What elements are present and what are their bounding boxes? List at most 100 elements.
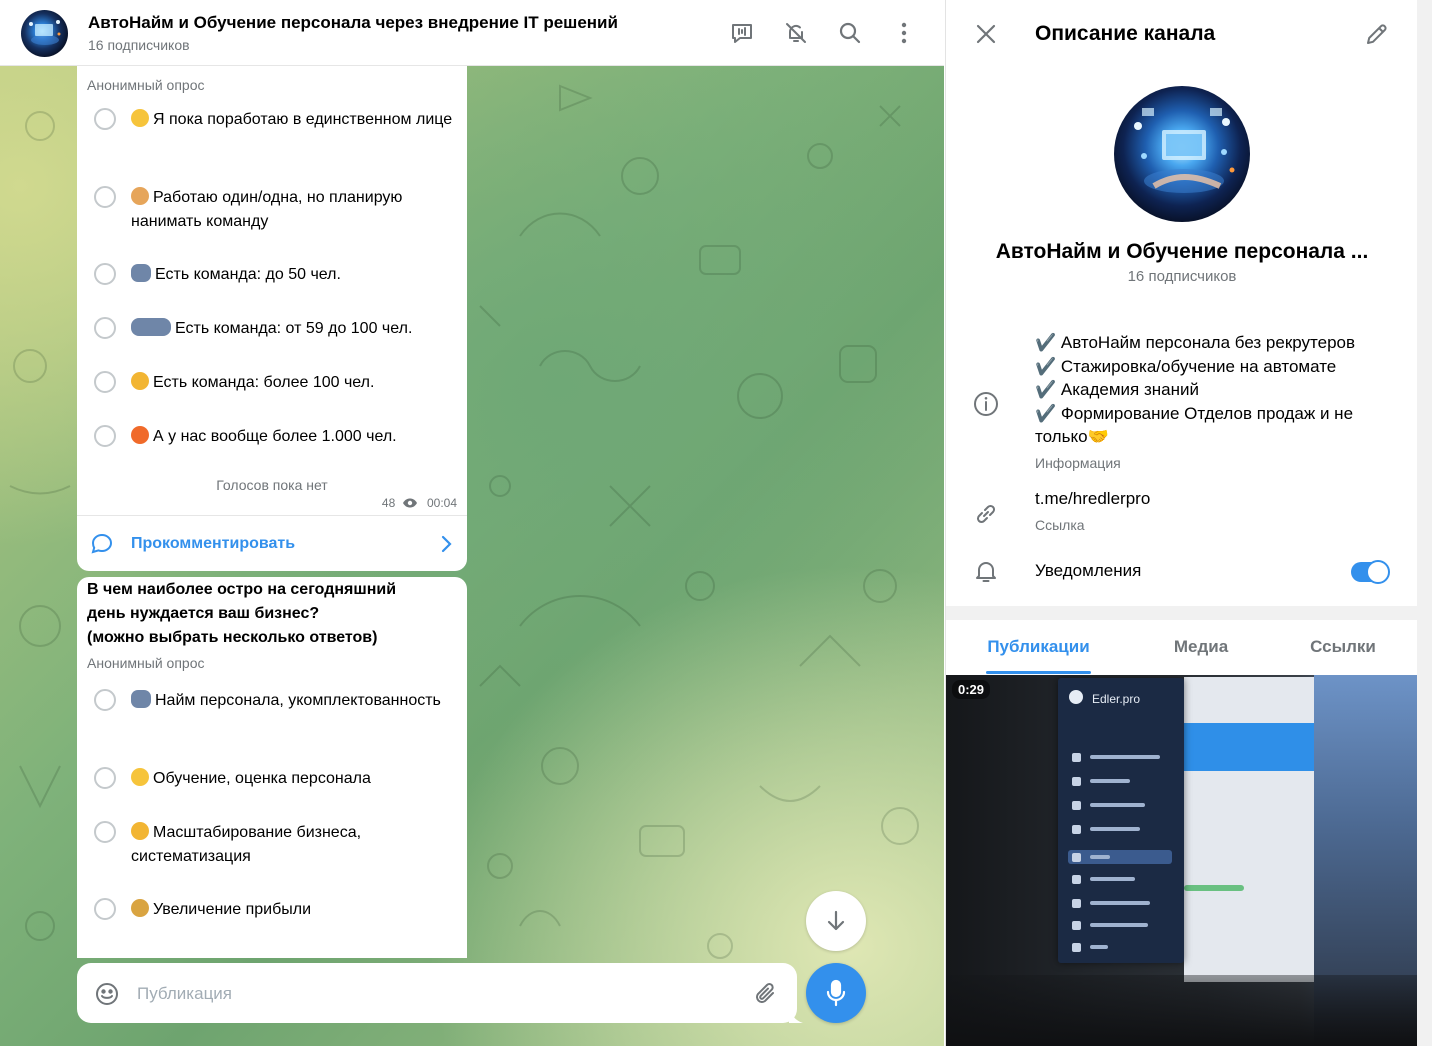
poll-radio[interactable]	[94, 186, 116, 208]
close-icon[interactable]	[973, 21, 999, 47]
paperclip-icon[interactable]	[753, 981, 779, 1007]
technologist-emoji-icon	[131, 187, 149, 205]
active-tab-indicator	[986, 671, 1091, 674]
poll-radio[interactable]	[94, 767, 116, 789]
video-frame-menu-item	[1072, 942, 1172, 952]
poll-option-text: Найм персонала, укомплектованность	[131, 689, 457, 713]
channel-subscribers-count: 16 подписчиков	[1127, 268, 1237, 285]
edler-logo-icon	[1069, 690, 1083, 704]
voice-record-button[interactable]	[806, 963, 866, 1023]
live-stream-icon[interactable]	[729, 20, 755, 46]
nerd-face-emoji-icon	[131, 109, 149, 127]
poll-option-text: Масштабирование бизнеса, систематизация	[131, 822, 362, 865]
description-label: Информация	[1035, 455, 1121, 471]
video-frame-menu-item	[1072, 824, 1172, 834]
section-divider	[946, 606, 1418, 620]
nerd-face-emoji-icon	[131, 768, 149, 786]
poll-message-1: Анонимный опрос Я пока поработаю в единс…	[77, 66, 467, 571]
tab-publications[interactable]: Публикации	[986, 637, 1091, 657]
search-icon[interactable]	[837, 20, 863, 46]
fire-emoji-icon	[131, 426, 149, 444]
flexed-biceps-emoji-icon	[131, 822, 149, 840]
poll-type-label: Анонимный опрос	[87, 77, 205, 93]
message-time: 00:04	[426, 496, 457, 510]
channel-avatar-art-icon	[29, 20, 61, 45]
chat-subscribers-count: 16 подписчиков	[88, 37, 190, 53]
channel-avatar[interactable]	[21, 10, 68, 57]
poll-votes-status: Голосов пока нет	[216, 477, 328, 493]
channel-description: ✔️ АвтоНайм персонала без рекрутеров ✔️ …	[1035, 333, 1356, 447]
poll-radio[interactable]	[94, 108, 116, 130]
link-label: Ссылка	[1035, 517, 1085, 533]
channel-avatar-large[interactable]	[1114, 86, 1250, 222]
poll-question: В чем наиболее остро на сегодняшний день…	[87, 581, 397, 646]
channel-info-panel: Описание канала АвтоНайм и Обучение перс…	[945, 0, 1418, 1046]
info-icon	[974, 392, 998, 416]
tab-media[interactable]: Медиа	[1151, 637, 1251, 657]
flexed-biceps-emoji-icon	[131, 372, 149, 390]
edit-pencil-icon[interactable]	[1364, 21, 1390, 47]
chevron-right-icon	[441, 535, 452, 553]
poll-radio[interactable]	[94, 317, 116, 339]
video-frame-menu-item	[1072, 776, 1172, 786]
video-frame-menu-item	[1072, 752, 1172, 762]
channel-link[interactable]: t.me/hredlerpro	[1035, 489, 1150, 509]
poll-option-text: Есть команда: более 100 чел.	[131, 371, 457, 395]
video-duration-badge: 0:29	[952, 680, 991, 699]
channel-name: АвтоНайм и Обучение персонала ...	[995, 240, 1369, 263]
poll-option-text: Есть команда: от 59 до 100 чел.	[131, 317, 457, 341]
video-frame-brand: Edler.pro	[1092, 692, 1141, 706]
video-frame-shadow	[946, 975, 1418, 1046]
scroll-down-button[interactable]	[806, 891, 866, 951]
notifications-toggle[interactable]	[1351, 560, 1390, 584]
notifications-label: Уведомления	[1035, 561, 1142, 580]
microphone-icon	[826, 979, 846, 1007]
window-edge	[1417, 0, 1432, 1046]
video-frame-menu-item	[1072, 920, 1172, 930]
chat-column: АвтоНайм и Обучение персонала через внед…	[0, 0, 944, 1046]
message-meta: 48 00:04	[382, 496, 457, 510]
poll-option-text: Работаю один/одна, но планирую нанимать …	[131, 187, 403, 230]
poll-option-text: Увеличение прибыли	[131, 898, 457, 922]
poll-option-text: А у нас вообще более 1.000 чел.	[131, 425, 457, 449]
toggle-knob	[1366, 560, 1390, 584]
video-frame-menu-item	[1072, 898, 1172, 908]
media-tabs: Публикации Медиа Ссылки	[946, 620, 1418, 675]
video-frame-menu-item	[1072, 874, 1172, 884]
poll-message-2: В чем наиболее остро на сегодняшний день…	[77, 577, 467, 958]
poll-radio[interactable]	[94, 425, 116, 447]
poll-option-text: Я пока поработаю в единственном лице	[131, 108, 457, 132]
poll-radio[interactable]	[94, 689, 116, 711]
telegram-app: АвтоНайм и Обучение персонала через внед…	[0, 0, 1432, 1046]
panel-title: Описание канала	[1035, 22, 1216, 45]
chat-header: АвтоНайм и Обучение персонала через внед…	[0, 0, 944, 66]
comment-label: Прокомментировать	[131, 535, 296, 552]
video-frame-bar	[1184, 885, 1244, 891]
two-people-emoji-icon	[131, 264, 151, 282]
emoji-smile-icon[interactable]	[94, 981, 120, 1007]
group-emoji-icon	[131, 318, 171, 336]
two-people-emoji-icon	[131, 690, 151, 708]
poll-radio[interactable]	[94, 371, 116, 393]
poll-radio[interactable]	[94, 898, 116, 920]
composer-tail-icon	[789, 1005, 803, 1023]
comment-bubble-icon	[91, 533, 113, 554]
poll-radio[interactable]	[94, 821, 116, 843]
poll-type-label: Анонимный опрос	[87, 655, 205, 671]
eye-icon	[402, 498, 417, 508]
mute-bell-icon[interactable]	[783, 20, 809, 46]
video-frame-sidebar: Edler.pro	[1058, 678, 1184, 963]
message-composer	[77, 963, 797, 1023]
views-count: 48	[381, 496, 396, 510]
chat-title[interactable]: АвтоНайм и Обучение персонала через внед…	[88, 13, 618, 33]
video-frame-menu-item-active	[1068, 850, 1172, 864]
message-input[interactable]	[137, 983, 737, 1005]
more-menu-icon[interactable]	[891, 20, 917, 46]
channel-avatar-art-icon	[1134, 108, 1235, 193]
comment-button[interactable]: Прокомментировать	[77, 515, 467, 571]
link-icon	[976, 504, 996, 524]
tab-links[interactable]: Ссылки	[1298, 637, 1388, 657]
media-video-thumbnail[interactable]: Edler.pro 0:29	[946, 675, 1418, 1046]
poll-radio[interactable]	[94, 263, 116, 285]
poll-option-text: Есть команда: до 50 чел.	[131, 263, 457, 287]
